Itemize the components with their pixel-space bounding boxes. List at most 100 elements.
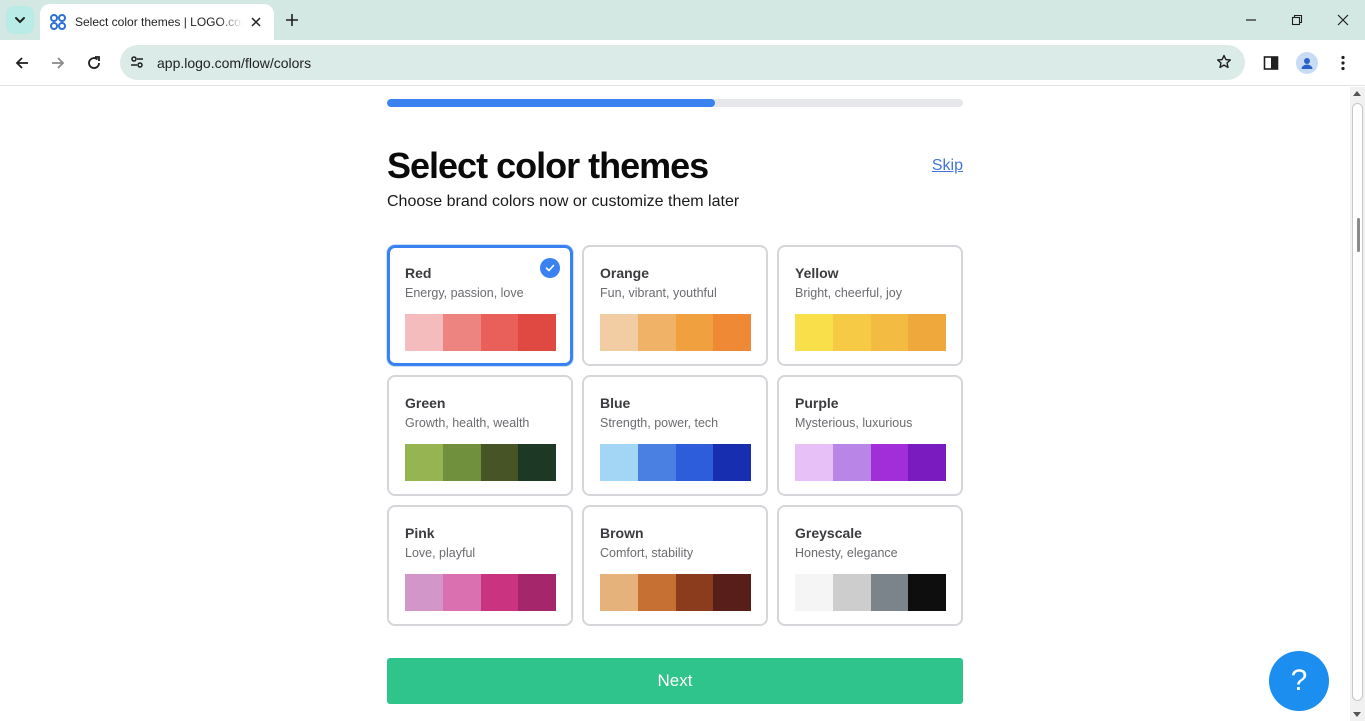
theme-card-blue[interactable]: Blue Strength, power, tech (582, 375, 768, 496)
theme-description: Bright, cheerful, joy (795, 286, 902, 300)
question-mark-icon: ? (1290, 664, 1308, 697)
browser-tabstrip: Select color themes | LOGO.com (0, 0, 1365, 40)
browser-tab-active[interactable]: Select color themes | LOGO.com (40, 4, 274, 40)
theme-card-yellow[interactable]: Yellow Bright, cheerful, joy (777, 245, 963, 366)
theme-name: Blue (600, 395, 631, 411)
color-swatch (832, 574, 871, 611)
arrow-right-icon (52, 57, 65, 69)
color-swatch (870, 444, 909, 481)
side-panel-button[interactable] (1260, 52, 1282, 74)
color-swatch (637, 444, 676, 481)
theme-description: Honesty, elegance (795, 546, 898, 560)
minimize-icon (1246, 19, 1256, 21)
theme-description: Growth, health, wealth (405, 416, 530, 430)
theme-description: Mysterious, luxurious (795, 416, 913, 430)
theme-card-purple[interactable]: Purple Mysterious, luxurious (777, 375, 963, 496)
color-swatch (832, 314, 871, 351)
theme-card-orange[interactable]: Orange Fun, vibrant, youthful (582, 245, 768, 366)
chevron-down-icon (15, 17, 25, 24)
next-button[interactable]: Next (387, 658, 963, 704)
color-swatch (518, 314, 556, 351)
page-title: Select color themes (387, 145, 709, 186)
color-swatch (908, 314, 946, 351)
restore-button[interactable] (1287, 10, 1307, 30)
color-swatch-strip (405, 444, 556, 481)
restore-icon (1291, 14, 1303, 26)
scrollbar-thumb[interactable] (1352, 103, 1363, 701)
color-swatch (795, 574, 833, 611)
logo-favicon-icon (50, 14, 66, 30)
skip-link[interactable]: Skip (932, 157, 963, 175)
color-swatch (480, 444, 519, 481)
color-swatch (518, 574, 556, 611)
tab-title: Select color themes | LOGO.com (75, 15, 243, 29)
progress-bar (387, 99, 963, 107)
color-swatch-strip (795, 574, 946, 611)
more-vertical-icon (1341, 55, 1345, 71)
url-text: app.logo.com/flow/colors (157, 55, 312, 71)
scroll-down-arrow-icon[interactable] (1353, 712, 1361, 717)
color-swatch (442, 574, 481, 611)
color-swatch (675, 574, 714, 611)
color-swatch (405, 574, 443, 611)
theme-description: Strength, power, tech (600, 416, 719, 430)
plus-icon (286, 14, 298, 26)
help-button[interactable]: ? (1269, 651, 1329, 711)
color-swatch (908, 444, 946, 481)
arrow-left-icon (15, 57, 28, 69)
theme-card-greyscale[interactable]: Greyscale Honesty, elegance (777, 505, 963, 626)
color-swatch (832, 444, 871, 481)
theme-description: Fun, vibrant, youthful (600, 286, 717, 300)
page-subtitle: Choose brand colors now or customize the… (387, 193, 740, 210)
theme-card-green[interactable]: Green Growth, health, wealth (387, 375, 573, 496)
close-icon (1337, 14, 1349, 26)
theme-card-pink[interactable]: Pink Love, playful (387, 505, 573, 626)
color-swatch (600, 314, 638, 351)
new-tab-button[interactable] (282, 10, 302, 30)
color-swatch-strip (795, 444, 946, 481)
color-swatch (600, 574, 638, 611)
color-swatch-strip (405, 574, 556, 611)
forward-button[interactable] (45, 50, 71, 76)
color-swatch-strip (600, 574, 751, 611)
color-swatch (518, 444, 556, 481)
back-button[interactable] (9, 50, 35, 76)
theme-name: Purple (795, 395, 839, 411)
side-panel-icon (1263, 56, 1279, 70)
theme-description: Energy, passion, love (405, 286, 524, 300)
site-settings-icon[interactable] (128, 53, 146, 71)
color-swatch-strip (600, 314, 751, 351)
color-swatch (870, 574, 909, 611)
theme-name: Pink (405, 525, 435, 541)
color-theme-grid: Red Energy, passion, love Orange Fun, vibra… (387, 245, 963, 626)
theme-name: Brown (600, 525, 644, 541)
theme-name: Yellow (795, 265, 839, 281)
progress-bar-fill (387, 99, 716, 107)
color-swatch (600, 444, 638, 481)
theme-description: Love, playful (405, 546, 476, 560)
checkmark-icon (540, 258, 560, 278)
profile-button[interactable] (1296, 52, 1318, 74)
bookmark-star-icon[interactable] (1215, 53, 1233, 71)
page-scrollbar[interactable] (1350, 87, 1365, 721)
theme-name: Greyscale (795, 525, 862, 541)
color-swatch (405, 314, 443, 351)
color-swatch (795, 444, 833, 481)
browser-menu-button[interactable] (1332, 52, 1354, 74)
address-bar[interactable]: app.logo.com/flow/colors (120, 45, 1245, 80)
close-window-button[interactable] (1333, 10, 1353, 30)
minimize-button[interactable] (1241, 10, 1261, 30)
color-swatch (442, 314, 481, 351)
color-swatch (405, 444, 443, 481)
scroll-up-arrow-icon[interactable] (1353, 91, 1361, 96)
theme-card-red[interactable]: Red Energy, passion, love (387, 245, 573, 366)
profile-avatar-icon (1296, 52, 1318, 74)
reload-button[interactable] (81, 50, 107, 76)
color-swatch (442, 444, 481, 481)
color-swatch (675, 314, 714, 351)
color-swatch (675, 444, 714, 481)
color-swatch (713, 574, 751, 611)
tab-search-button[interactable] (6, 6, 34, 34)
close-tab-icon[interactable] (248, 14, 264, 30)
theme-card-brown[interactable]: Brown Comfort, stability (582, 505, 768, 626)
